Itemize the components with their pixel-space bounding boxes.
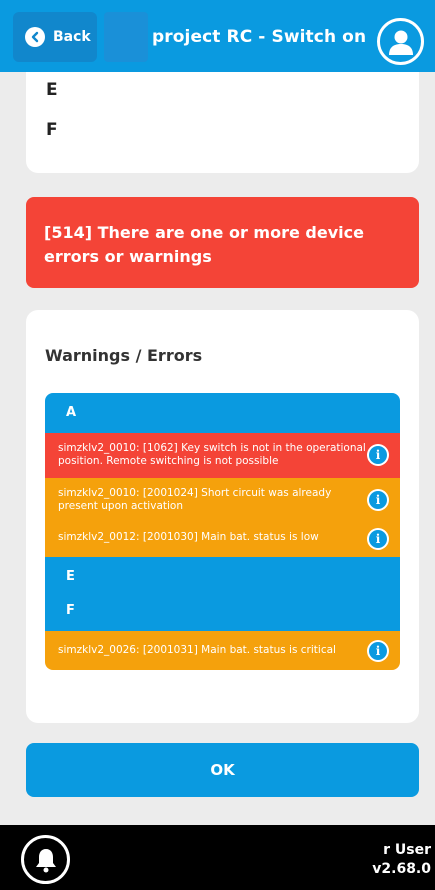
warnings-title: Warnings / Errors (45, 346, 203, 365)
bell-icon (35, 848, 56, 872)
info-icon[interactable]: i (367, 528, 389, 550)
error-banner: [514] There are one or more device error… (26, 197, 419, 288)
ok-button[interactable]: OK (26, 743, 419, 797)
warnings-list: A simzklv2_0010: [1062] Key switch is no… (45, 393, 400, 670)
back-button[interactable]: Back (13, 12, 97, 62)
back-label: Back (53, 29, 91, 45)
group-header-f: F (45, 597, 400, 631)
list-item: simzklv2_0010: [2001024] Short circuit w… (45, 478, 400, 523)
group-header-a: A (45, 393, 400, 433)
footer-version: v2.68.0 (372, 861, 431, 877)
info-icon[interactable]: i (367, 640, 389, 662)
list-item: F (46, 120, 58, 140)
header-placeholder (104, 12, 148, 62)
user-icon (388, 30, 413, 55)
info-icon[interactable]: i (367, 489, 389, 511)
warning-message: simzklv2_0026: [2001031] Main bat. statu… (58, 644, 336, 656)
footer-user: r User (383, 842, 431, 858)
group-header-e: E (45, 557, 400, 597)
footer-bar: r User v2.68.0 (0, 825, 435, 890)
back-chevron-icon (25, 27, 45, 47)
list-item: E (46, 80, 58, 98)
error-message: simzklv2_0010: [1062] Key switch is not … (58, 442, 366, 467)
info-icon[interactable]: i (367, 444, 389, 466)
list-item: simzklv2_0010: [1062] Key switch is not … (45, 433, 400, 478)
page-title: project RC - Switch on (152, 27, 367, 47)
app-header: Back project RC - Switch on (0, 0, 435, 72)
list-item: simzklv2_0012: [2001030] Main bat. statu… (45, 523, 400, 557)
notifications-button[interactable] (21, 835, 70, 884)
list-item: simzklv2_0026: [2001031] Main bat. statu… (45, 631, 400, 670)
warnings-card: Warnings / Errors A simzklv2_0010: [1062… (26, 310, 419, 723)
warning-message: simzklv2_0010: [2001024] Short circuit w… (58, 487, 332, 512)
user-avatar-button[interactable] (377, 18, 424, 65)
warning-message: simzklv2_0012: [2001030] Main bat. statu… (58, 531, 319, 543)
